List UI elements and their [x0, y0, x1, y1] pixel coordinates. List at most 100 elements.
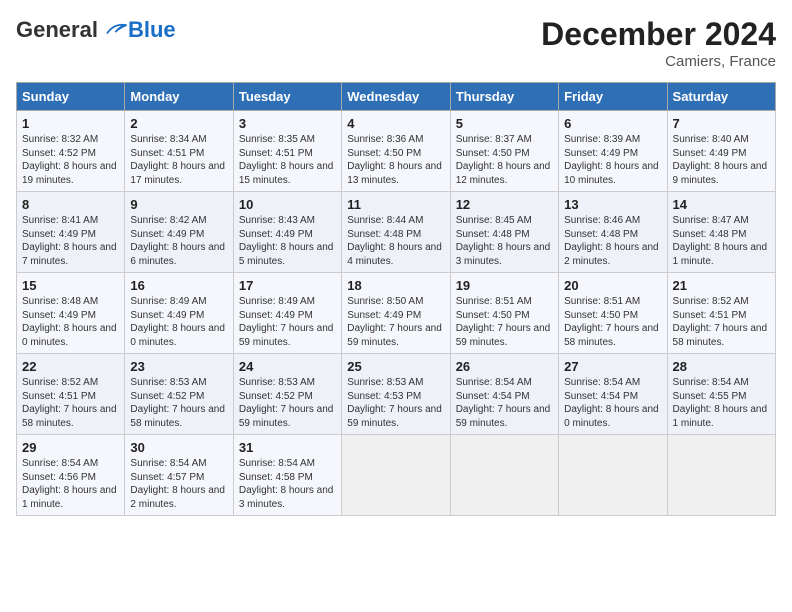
calendar-week-5: 29 Sunrise: 8:54 AMSunset: 4:56 PMDayligh… — [17, 435, 776, 516]
calendar-cell: 15 Sunrise: 8:48 AMSunset: 4:49 PMDayligh… — [17, 273, 125, 354]
calendar-cell: 12 Sunrise: 8:45 AMSunset: 4:48 PMDayligh… — [450, 192, 558, 273]
day-number: 11 — [347, 197, 444, 212]
day-number: 20 — [564, 278, 661, 293]
calendar-cell: 27 Sunrise: 8:54 AMSunset: 4:54 PMDayligh… — [559, 354, 667, 435]
day-number: 8 — [22, 197, 119, 212]
cell-details: Sunrise: 8:43 AMSunset: 4:49 PMDaylight:… — [239, 214, 336, 268]
calendar-cell: 16 Sunrise: 8:49 AMSunset: 4:49 PMDayligh… — [125, 273, 233, 354]
calendar-cell: 19 Sunrise: 8:51 AMSunset: 4:50 PMDayligh… — [450, 273, 558, 354]
day-number: 16 — [130, 278, 227, 293]
cell-details: Sunrise: 8:54 AMSunset: 4:54 PMDaylight:… — [564, 376, 661, 430]
day-number: 15 — [22, 278, 119, 293]
calendar-cell: 24 Sunrise: 8:53 AMSunset: 4:52 PMDayligh… — [233, 354, 341, 435]
day-number: 2 — [130, 116, 227, 131]
cell-details: Sunrise: 8:34 AMSunset: 4:51 PMDaylight:… — [130, 133, 227, 187]
header-sunday: Sunday — [17, 83, 125, 111]
calendar-cell: 23 Sunrise: 8:53 AMSunset: 4:52 PMDayligh… — [125, 354, 233, 435]
day-number: 17 — [239, 278, 336, 293]
day-number: 12 — [456, 197, 553, 212]
day-number: 26 — [456, 359, 553, 374]
day-number: 28 — [673, 359, 770, 374]
calendar-cell — [450, 435, 558, 516]
calendar-cell: 31 Sunrise: 8:54 AMSunset: 4:58 PMDayligh… — [233, 435, 341, 516]
calendar-cell: 29 Sunrise: 8:54 AMSunset: 4:56 PMDayligh… — [17, 435, 125, 516]
title-block: December 2024 Camiers, France — [541, 16, 776, 70]
cell-details: Sunrise: 8:53 AMSunset: 4:53 PMDaylight:… — [347, 376, 444, 430]
calendar-cell: 25 Sunrise: 8:53 AMSunset: 4:53 PMDayligh… — [342, 354, 450, 435]
calendar-week-2: 8Sunrise: 8:41 AMSunset: 4:49 PMDaylight… — [17, 192, 776, 273]
calendar-cell — [559, 435, 667, 516]
cell-details: Sunrise: 8:54 AMSunset: 4:57 PMDaylight:… — [130, 457, 227, 511]
calendar-header-row: SundayMondayTuesdayWednesdayThursdayFrid… — [17, 83, 776, 111]
cell-details: Sunrise: 8:54 AMSunset: 4:54 PMDaylight:… — [456, 376, 553, 430]
day-number: 21 — [673, 278, 770, 293]
header-monday: Monday — [125, 83, 233, 111]
calendar-cell: 22Sunrise: 8:52 AMSunset: 4:51 PMDayligh… — [17, 354, 125, 435]
day-number: 10 — [239, 197, 336, 212]
calendar-cell — [667, 435, 775, 516]
day-number: 7 — [673, 116, 770, 131]
cell-details: Sunrise: 8:32 AMSunset: 4:52 PMDaylight:… — [22, 133, 119, 187]
calendar-week-3: 15 Sunrise: 8:48 AMSunset: 4:49 PMDayligh… — [17, 273, 776, 354]
header-saturday: Saturday — [667, 83, 775, 111]
day-number: 29 — [22, 440, 119, 455]
cell-details: Sunrise: 8:51 AMSunset: 4:50 PMDaylight:… — [456, 295, 553, 349]
day-number: 19 — [456, 278, 553, 293]
calendar-cell: 10 Sunrise: 8:43 AMSunset: 4:49 PMDayligh… — [233, 192, 341, 273]
calendar-cell: 18 Sunrise: 8:50 AMSunset: 4:49 PMDayligh… — [342, 273, 450, 354]
month-title: December 2024 — [541, 16, 776, 53]
calendar-cell — [342, 435, 450, 516]
cell-details: Sunrise: 8:35 AMSunset: 4:51 PMDaylight:… — [239, 133, 336, 187]
calendar-cell: 26 Sunrise: 8:54 AMSunset: 4:54 PMDayligh… — [450, 354, 558, 435]
calendar-cell: 17Sunrise: 8:49 AMSunset: 4:49 PMDayligh… — [233, 273, 341, 354]
day-number: 13 — [564, 197, 661, 212]
day-number: 3 — [239, 116, 336, 131]
calendar-cell: 1Sunrise: 8:32 AMSunset: 4:52 PMDaylight… — [17, 111, 125, 192]
cell-details: Sunrise: 8:50 AMSunset: 4:49 PMDaylight:… — [347, 295, 444, 349]
calendar-cell: 30 Sunrise: 8:54 AMSunset: 4:57 PMDayligh… — [125, 435, 233, 516]
cell-details: Sunrise: 8:48 AMSunset: 4:49 PMDaylight:… — [22, 295, 119, 349]
cell-details: Sunrise: 8:54 AMSunset: 4:56 PMDaylight:… — [22, 457, 119, 511]
day-number: 18 — [347, 278, 444, 293]
cell-details: Sunrise: 8:37 AMSunset: 4:50 PMDaylight:… — [456, 133, 553, 187]
logo-general-text: General — [16, 17, 98, 43]
cell-details: Sunrise: 8:42 AMSunset: 4:49 PMDaylight:… — [130, 214, 227, 268]
cell-details: Sunrise: 8:52 AMSunset: 4:51 PMDaylight:… — [673, 295, 770, 349]
day-number: 31 — [239, 440, 336, 455]
calendar-week-4: 22Sunrise: 8:52 AMSunset: 4:51 PMDayligh… — [17, 354, 776, 435]
day-number: 6 — [564, 116, 661, 131]
calendar-cell: 3 Sunrise: 8:35 AMSunset: 4:51 PMDaylight… — [233, 111, 341, 192]
page-header: General Blue December 2024 Camiers, Fran… — [16, 16, 776, 70]
calendar-cell: 9Sunrise: 8:42 AMSunset: 4:49 PMDaylight… — [125, 192, 233, 273]
calendar-cell: 5Sunrise: 8:37 AMSunset: 4:50 PMDaylight… — [450, 111, 558, 192]
calendar-cell: 4Sunrise: 8:36 AMSunset: 4:50 PMDaylight… — [342, 111, 450, 192]
header-friday: Friday — [559, 83, 667, 111]
logo: General Blue — [16, 16, 176, 44]
cell-details: Sunrise: 8:40 AMSunset: 4:49 PMDaylight:… — [673, 133, 770, 187]
day-number: 22 — [22, 359, 119, 374]
cell-details: Sunrise: 8:36 AMSunset: 4:50 PMDaylight:… — [347, 133, 444, 187]
header-tuesday: Tuesday — [233, 83, 341, 111]
calendar-cell: 6 Sunrise: 8:39 AMSunset: 4:49 PMDaylight… — [559, 111, 667, 192]
calendar-cell: 14Sunrise: 8:47 AMSunset: 4:48 PMDayligh… — [667, 192, 775, 273]
header-wednesday: Wednesday — [342, 83, 450, 111]
calendar-cell: 20Sunrise: 8:51 AMSunset: 4:50 PMDayligh… — [559, 273, 667, 354]
calendar-cell: 7 Sunrise: 8:40 AMSunset: 4:49 PMDaylight… — [667, 111, 775, 192]
cell-details: Sunrise: 8:53 AMSunset: 4:52 PMDaylight:… — [130, 376, 227, 430]
cell-details: Sunrise: 8:54 AMSunset: 4:58 PMDaylight:… — [239, 457, 336, 511]
calendar-cell: 21 Sunrise: 8:52 AMSunset: 4:51 PMDayligh… — [667, 273, 775, 354]
cell-details: Sunrise: 8:53 AMSunset: 4:52 PMDaylight:… — [239, 376, 336, 430]
day-number: 27 — [564, 359, 661, 374]
day-number: 24 — [239, 359, 336, 374]
calendar-table: SundayMondayTuesdayWednesdayThursdayFrid… — [16, 82, 776, 516]
cell-details: Sunrise: 8:45 AMSunset: 4:48 PMDaylight:… — [456, 214, 553, 268]
logo-blue-text: Blue — [128, 17, 176, 43]
cell-details: Sunrise: 8:39 AMSunset: 4:49 PMDaylight:… — [564, 133, 661, 187]
day-number: 30 — [130, 440, 227, 455]
cell-details: Sunrise: 8:49 AMSunset: 4:49 PMDaylight:… — [130, 295, 227, 349]
cell-details: Sunrise: 8:47 AMSunset: 4:48 PMDaylight:… — [673, 214, 770, 268]
day-number: 23 — [130, 359, 227, 374]
day-number: 25 — [347, 359, 444, 374]
header-thursday: Thursday — [450, 83, 558, 111]
calendar-cell: 28Sunrise: 8:54 AMSunset: 4:55 PMDayligh… — [667, 354, 775, 435]
